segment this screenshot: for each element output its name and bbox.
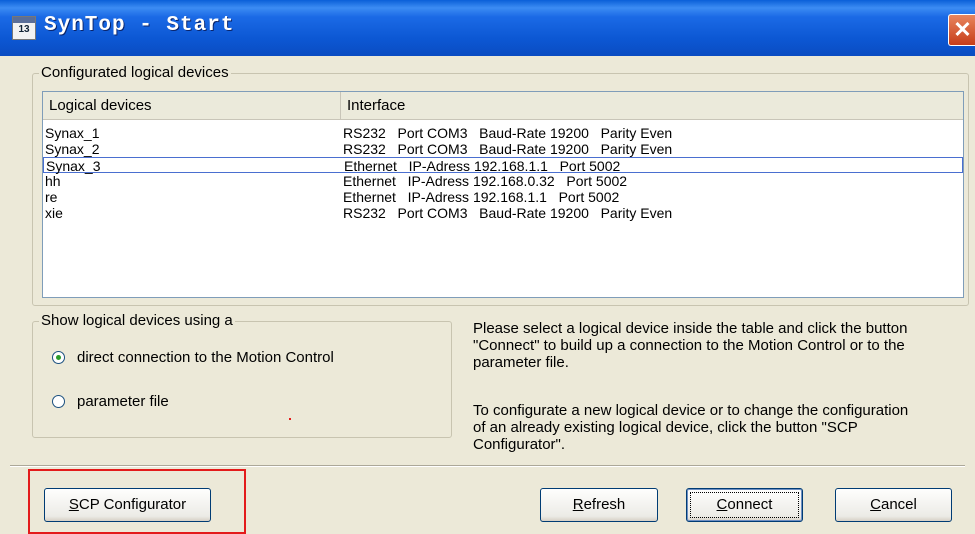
- window-title: SynTop - Start: [44, 14, 235, 37]
- separator-line: [10, 465, 965, 467]
- cell-interface: Ethernet IP-Adress 192.168.1.1 Port 5002: [343, 189, 620, 205]
- refresh-button[interactable]: Refresh: [540, 488, 658, 522]
- table-row[interactable]: Synax_2 RS232 Port COM3 Baud-Rate 19200 P…: [43, 141, 963, 157]
- cell-interface: RS232 Port COM3 Baud-Rate 19200 Parity E…: [343, 125, 673, 141]
- info-configurate-device: To configurate a new logical device or t…: [473, 402, 909, 453]
- table-header: Logical devices Interface: [43, 92, 963, 120]
- title-bar[interactable]: 13 SynTop - Start ✕: [0, 0, 975, 56]
- table-row[interactable]: xie RS232 Port COM3 Baud-Rate 19200 Parit…: [43, 205, 963, 221]
- syntop-start-dialog: 13 SynTop - Start ✕ Configurated logical…: [0, 0, 975, 534]
- radio-button-icon[interactable]: [52, 395, 65, 408]
- radio-label-parameter-file: parameter file: [77, 393, 169, 410]
- info-select-device: Please select a logical device inside th…: [473, 320, 908, 371]
- radio-parameter-file[interactable]: parameter file: [52, 393, 169, 410]
- cell-device-name: xie: [45, 205, 63, 221]
- cell-interface: RS232 Port COM3 Baud-Rate 19200 Parity E…: [343, 141, 673, 157]
- cell-device-name: Synax_1: [45, 125, 100, 141]
- red-highlight-box: [28, 469, 246, 534]
- close-button[interactable]: ✕: [948, 14, 975, 46]
- close-icon: ✕: [953, 17, 972, 42]
- radio-label-direct: direct connection to the Motion Control: [77, 349, 334, 366]
- table-row[interactable]: re Ethernet IP-Adress 192.168.1.1 Port 50…: [43, 189, 963, 205]
- cell-device-name: re: [45, 189, 58, 205]
- column-header-interface[interactable]: Interface: [341, 92, 963, 119]
- stray-mark: [289, 418, 291, 420]
- cancel-button[interactable]: Cancel: [835, 488, 952, 522]
- cell-device-name: Synax_3: [46, 158, 101, 174]
- cell-interface: RS232 Port COM3 Baud-Rate 19200 Parity E…: [343, 205, 673, 221]
- logical-devices-table[interactable]: Logical devices Interface Synax_1 RS232 P…: [42, 91, 964, 298]
- cell-interface: Ethernet IP-Adress 192.168.1.1 Port 5002: [344, 158, 621, 174]
- radio-button-icon[interactable]: [52, 351, 65, 364]
- table-row[interactable]: Synax_1 RS232 Port COM3 Baud-Rate 19200 P…: [43, 125, 963, 141]
- app-icon: 13: [12, 16, 36, 40]
- show-group-legend: Show logical devices using a: [39, 312, 235, 329]
- table-row[interactable]: Synax_3 Ethernet IP-Adress 192.168.1.1 Po…: [43, 157, 963, 174]
- cell-device-name: hh: [45, 173, 61, 189]
- devices-group-legend: Configurated logical devices: [39, 64, 231, 81]
- connect-button[interactable]: Connect: [686, 488, 803, 522]
- radio-direct-connection[interactable]: direct connection to the Motion Control: [52, 349, 334, 366]
- cell-interface: Ethernet IP-Adress 192.168.0.32 Port 500…: [343, 173, 628, 189]
- cell-device-name: Synax_2: [45, 141, 100, 157]
- show-devices-groupbox: Show logical devices using a: [32, 312, 452, 438]
- table-row[interactable]: hh Ethernet IP-Adress 192.168.0.32 Port 5…: [43, 173, 963, 189]
- column-header-logical-devices[interactable]: Logical devices: [43, 92, 341, 119]
